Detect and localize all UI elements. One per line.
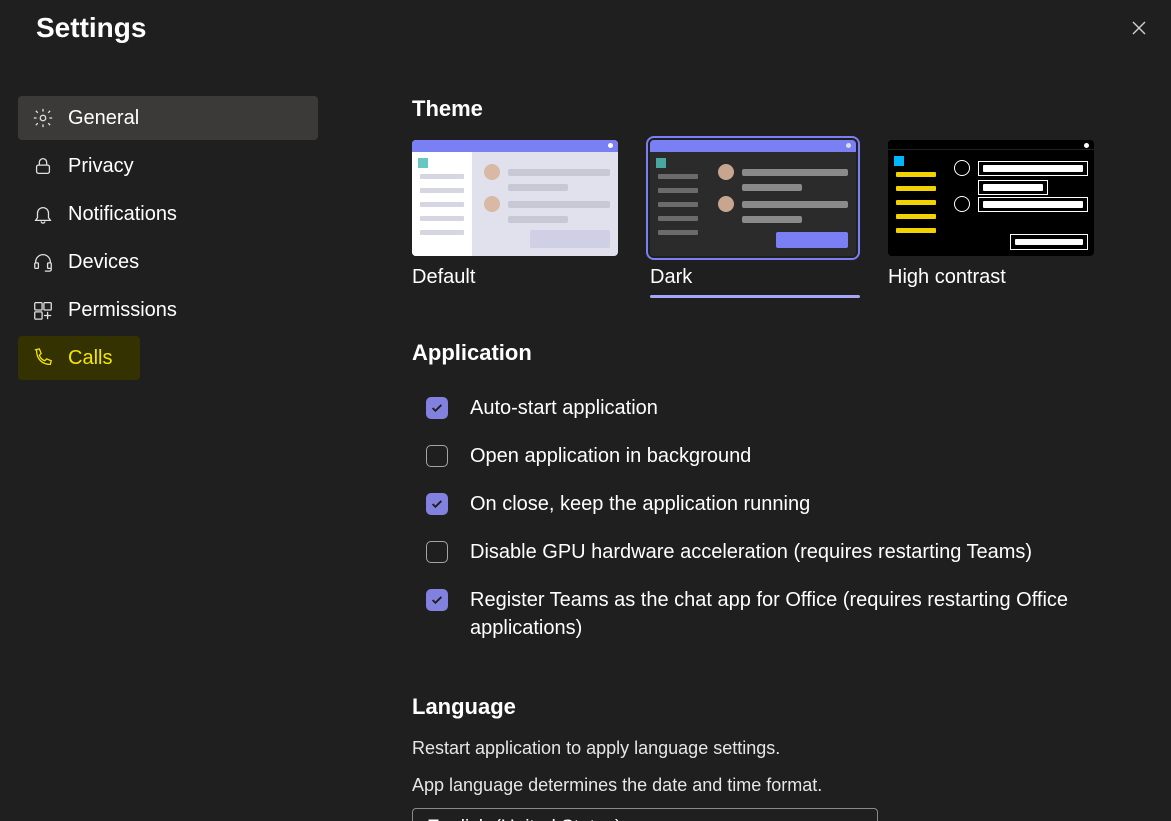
option-label: Register Teams as the chat app for Offic… (470, 586, 1132, 642)
sidebar-item-label: General (68, 107, 139, 130)
section-title-language: Language (412, 694, 1153, 720)
language-hint-format: App language determines the date and tim… (412, 775, 1153, 796)
theme-option-default[interactable]: Default (412, 140, 622, 298)
language-selected-value: English (United States) (427, 817, 621, 821)
language-hint-restart: Restart application to apply language se… (412, 738, 1153, 759)
checkbox[interactable] (426, 541, 448, 563)
bell-icon (32, 203, 54, 225)
option-disable-gpu[interactable]: Disable GPU hardware acceleration (requi… (412, 528, 1132, 576)
option-keep-running[interactable]: On close, keep the application running (412, 480, 1132, 528)
headset-icon (32, 251, 54, 273)
checkbox[interactable] (426, 493, 448, 515)
theme-preview-default (412, 140, 618, 256)
option-auto-start[interactable]: Auto-start application (412, 384, 1132, 432)
sidebar-item-label: Devices (68, 251, 139, 274)
lock-icon (32, 155, 54, 177)
settings-sidebar: General Privacy Notifications Devices (18, 96, 338, 821)
option-open-background[interactable]: Open application in background (412, 432, 1132, 480)
theme-preview-dark (650, 140, 856, 256)
checkbox[interactable] (426, 589, 448, 611)
option-label: Open application in background (470, 442, 751, 470)
sidebar-item-notifications[interactable]: Notifications (18, 192, 318, 236)
sidebar-item-calls[interactable]: Calls (18, 336, 140, 380)
option-label: On close, keep the application running (470, 490, 810, 518)
section-title-application: Application (412, 340, 1153, 366)
language-section: Language Restart application to apply la… (412, 694, 1153, 821)
theme-section: Theme (412, 96, 1153, 298)
sidebar-item-label: Calls (68, 347, 112, 370)
sidebar-item-label: Permissions (68, 299, 177, 322)
option-label: Disable GPU hardware acceleration (requi… (470, 538, 1032, 566)
theme-option-high-contrast[interactable]: High contrast (888, 140, 1098, 298)
chevron-down-icon (847, 817, 863, 821)
section-title-theme: Theme (412, 96, 1153, 122)
theme-label: Dark (650, 266, 860, 289)
checkbox[interactable] (426, 397, 448, 419)
sidebar-item-devices[interactable]: Devices (18, 240, 318, 284)
sidebar-item-label: Privacy (68, 155, 134, 178)
application-section: Application Auto-start application Open … (412, 340, 1153, 652)
theme-preview-high-contrast (888, 140, 1094, 256)
option-register-chat[interactable]: Register Teams as the chat app for Offic… (412, 576, 1132, 652)
option-label: Auto-start application (470, 394, 658, 422)
checkbox[interactable] (426, 445, 448, 467)
sidebar-item-general[interactable]: General (18, 96, 318, 140)
language-select[interactable]: English (United States) (412, 808, 878, 821)
theme-label: Default (412, 266, 622, 289)
sidebar-item-privacy[interactable]: Privacy (18, 144, 318, 188)
theme-option-dark[interactable]: Dark (650, 140, 860, 298)
close-icon[interactable] (1129, 18, 1149, 38)
gear-icon (32, 107, 54, 129)
permissions-icon (32, 299, 54, 321)
phone-icon (32, 347, 54, 369)
page-title: Settings (36, 12, 146, 44)
sidebar-item-label: Notifications (68, 203, 177, 226)
sidebar-item-permissions[interactable]: Permissions (18, 288, 318, 332)
theme-label: High contrast (888, 266, 1098, 289)
